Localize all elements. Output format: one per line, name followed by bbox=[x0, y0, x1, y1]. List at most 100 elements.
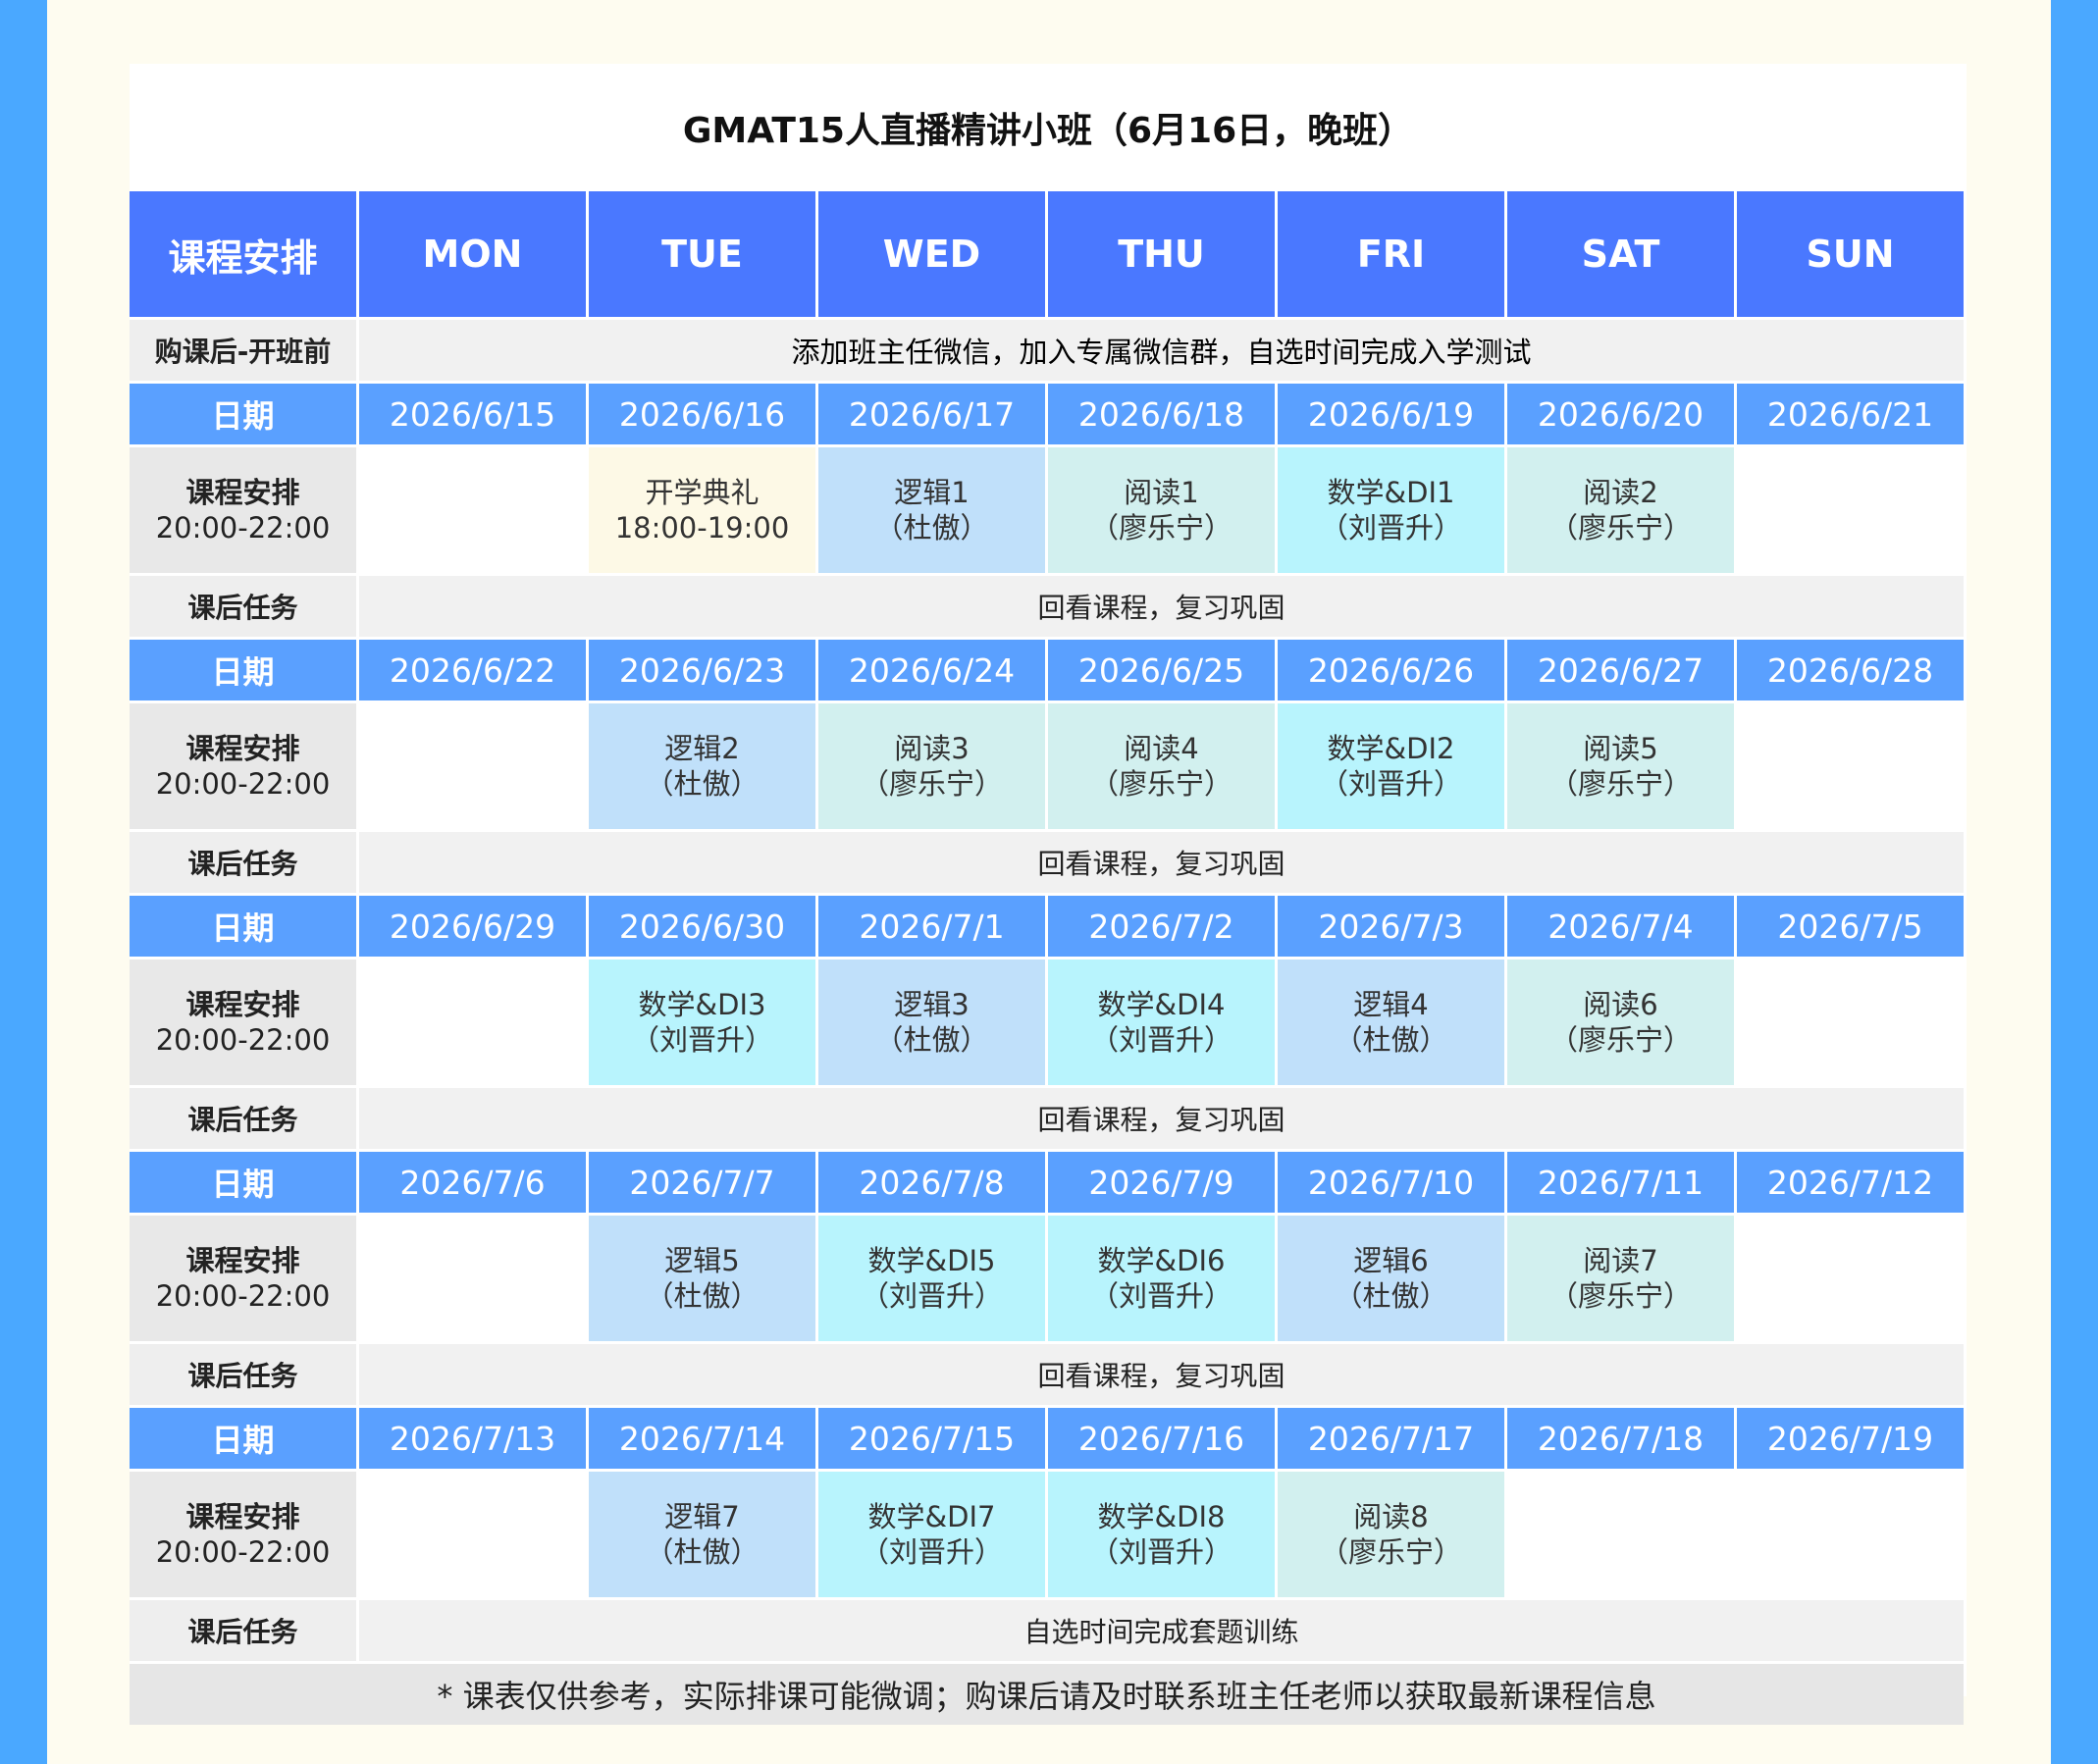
date-label: 日期 bbox=[130, 1408, 356, 1469]
class-cell-fri: 逻辑4 （杜傲） bbox=[1278, 960, 1504, 1085]
class-label-title: 课程安排 bbox=[185, 732, 300, 765]
class-cell-mon bbox=[359, 703, 586, 829]
class-detail: （杜傲） bbox=[874, 511, 989, 545]
class-label-time: 20:00-22:00 bbox=[155, 1279, 331, 1313]
date-cell-sat: 2026/6/20 bbox=[1507, 384, 1734, 444]
class-name: 阅读8 bbox=[1353, 1500, 1429, 1533]
class-cell-sun bbox=[1737, 1472, 1964, 1597]
class-cell-tue: 数学&DI3 （刘晋升） bbox=[589, 960, 815, 1085]
class-row: 课程安排 20:00-22:00 逻辑5 （杜傲） 数学&DI5 （刘晋升） 数学&DI6 （… bbox=[130, 1216, 1964, 1341]
class-name: 开学典礼 bbox=[645, 476, 760, 509]
class-cell-thu: 数学&DI6 （刘晋升） bbox=[1048, 1216, 1275, 1341]
class-name: 数学&DI7 bbox=[867, 1500, 996, 1533]
class-detail: （廖乐宁） bbox=[1548, 1023, 1692, 1057]
class-row: 课程安排 20:00-22:00 逻辑2 （杜傲） 阅读3 （廖乐宁） 阅读4 （廖乐宁） 数学… bbox=[130, 703, 1964, 829]
class-name: 数学&DI3 bbox=[638, 988, 766, 1021]
class-cell-wed: 阅读3 （廖乐宁） bbox=[818, 703, 1045, 829]
date-cell-mon: 2026/6/15 bbox=[359, 384, 586, 444]
task-row: 课后任务 自选时间完成套题训练 bbox=[130, 1600, 1964, 1661]
class-detail: （廖乐宁） bbox=[1548, 1279, 1692, 1313]
date-cell-mon: 2026/7/13 bbox=[359, 1408, 586, 1469]
class-cell-sat: 阅读7 （廖乐宁） bbox=[1507, 1216, 1734, 1341]
class-cell-fri: 逻辑6 （杜傲） bbox=[1278, 1216, 1504, 1341]
date-cell-sat: 2026/7/11 bbox=[1507, 1152, 1734, 1213]
footnote-text: * 课表仅供参考，实际排课可能微调；购课后请及时联系班主任老师以获取最新课程信息 bbox=[130, 1664, 1964, 1725]
class-cell-tue: 逻辑5 （杜傲） bbox=[589, 1216, 815, 1341]
header-day-sat: SAT bbox=[1507, 191, 1734, 317]
schedule-table: 课程安排 MON TUE WED THU FRI SAT SUN 购课后-开班前… bbox=[127, 191, 1967, 1725]
date-cell-thu: 2026/7/16 bbox=[1048, 1408, 1275, 1469]
class-cell-mon bbox=[359, 1216, 586, 1341]
date-cell-wed: 2026/7/15 bbox=[818, 1408, 1045, 1469]
task-text: 回看课程，复习巩固 bbox=[359, 1344, 1964, 1405]
date-cell-sun: 2026/7/19 bbox=[1737, 1408, 1964, 1469]
class-cell-tue: 逻辑7 （杜傲） bbox=[589, 1472, 815, 1597]
class-detail: （廖乐宁） bbox=[1548, 767, 1692, 801]
class-detail: （廖乐宁） bbox=[1548, 511, 1692, 545]
class-detail: （廖乐宁） bbox=[860, 767, 1003, 801]
date-cell-tue: 2026/7/7 bbox=[589, 1152, 815, 1213]
class-name: 逻辑6 bbox=[1353, 1244, 1429, 1277]
task-label: 课后任务 bbox=[130, 1344, 356, 1405]
date-cell-sun: 2026/6/21 bbox=[1737, 384, 1964, 444]
header-day-wed: WED bbox=[818, 191, 1045, 317]
task-text: 回看课程，复习巩固 bbox=[359, 1088, 1964, 1149]
date-cell-wed: 2026/6/17 bbox=[818, 384, 1045, 444]
class-name: 阅读1 bbox=[1124, 476, 1199, 509]
class-cell-wed: 数学&DI7 （刘晋升） bbox=[818, 1472, 1045, 1597]
class-row: 课程安排 20:00-22:00 开学典礼 18:00-19:00 逻辑1 （杜傲） 阅读1… bbox=[130, 447, 1964, 573]
date-cell-tue: 2026/7/14 bbox=[589, 1408, 815, 1469]
class-cell-sat: 阅读5 （廖乐宁） bbox=[1507, 703, 1734, 829]
class-detail: （刘晋升） bbox=[1089, 1535, 1233, 1569]
class-name: 阅读3 bbox=[894, 732, 970, 765]
class-row-label: 课程安排 20:00-22:00 bbox=[130, 960, 356, 1085]
class-cell-sat: 阅读6 （廖乐宁） bbox=[1507, 960, 1734, 1085]
task-row: 课后任务 回看课程，复习巩固 bbox=[130, 1088, 1964, 1149]
class-name: 逻辑2 bbox=[664, 732, 740, 765]
right-accent-bar bbox=[2051, 0, 2098, 1764]
class-cell-mon bbox=[359, 960, 586, 1085]
date-cell-fri: 2026/6/26 bbox=[1278, 640, 1504, 700]
task-text: 回看课程，复习巩固 bbox=[359, 576, 1964, 637]
class-name: 逻辑3 bbox=[894, 988, 970, 1021]
class-detail: （刘晋升） bbox=[860, 1279, 1003, 1313]
class-name: 数学&DI1 bbox=[1327, 476, 1455, 509]
class-name: 数学&DI8 bbox=[1097, 1500, 1226, 1533]
task-label: 课后任务 bbox=[130, 576, 356, 637]
pre-class-text: 添加班主任微信，加入专属微信群，自选时间完成入学测试 bbox=[359, 320, 1964, 381]
class-cell-thu: 数学&DI8 （刘晋升） bbox=[1048, 1472, 1275, 1597]
header-label: 课程安排 bbox=[130, 191, 356, 317]
class-label-time: 20:00-22:00 bbox=[155, 767, 331, 801]
task-row: 课后任务 回看课程，复习巩固 bbox=[130, 832, 1964, 893]
class-detail: （刘晋升） bbox=[630, 1023, 773, 1057]
date-cell-tue: 2026/6/16 bbox=[589, 384, 815, 444]
date-cell-wed: 2026/7/1 bbox=[818, 896, 1045, 957]
class-name: 阅读2 bbox=[1583, 476, 1658, 509]
class-name: 阅读5 bbox=[1583, 732, 1658, 765]
footnote-row: * 课表仅供参考，实际排课可能微调；购课后请及时联系班主任老师以获取最新课程信息 bbox=[130, 1664, 1964, 1725]
pre-class-label: 购课后-开班前 bbox=[130, 320, 356, 381]
class-detail: （刘晋升） bbox=[860, 1535, 1003, 1569]
left-accent-bar bbox=[0, 0, 47, 1764]
date-row: 日期 2026/7/13 2026/7/14 2026/7/15 2026/7/16 20… bbox=[130, 1408, 1964, 1469]
date-cell-sun: 2026/7/5 bbox=[1737, 896, 1964, 957]
class-name: 阅读4 bbox=[1124, 732, 1199, 765]
date-row: 日期 2026/7/6 2026/7/7 2026/7/8 2026/7/9 2026/7… bbox=[130, 1152, 1964, 1213]
date-cell-tue: 2026/6/30 bbox=[589, 896, 815, 957]
class-cell-thu: 阅读1 （廖乐宁） bbox=[1048, 447, 1275, 573]
class-name: 逻辑4 bbox=[1353, 988, 1429, 1021]
date-cell-fri: 2026/7/10 bbox=[1278, 1152, 1504, 1213]
class-label-title: 课程安排 bbox=[185, 1500, 300, 1533]
class-cell-sun bbox=[1737, 1216, 1964, 1341]
class-row-label: 课程安排 20:00-22:00 bbox=[130, 1472, 356, 1597]
task-label: 课后任务 bbox=[130, 1088, 356, 1149]
date-row: 日期 2026/6/22 2026/6/23 2026/6/24 2026/6/25 20… bbox=[130, 640, 1964, 700]
class-cell-thu: 数学&DI4 （刘晋升） bbox=[1048, 960, 1275, 1085]
class-cell-wed: 逻辑1 （杜傲） bbox=[818, 447, 1045, 573]
date-cell-mon: 2026/7/6 bbox=[359, 1152, 586, 1213]
task-row: 课后任务 回看课程，复习巩固 bbox=[130, 1344, 1964, 1405]
class-name: 阅读7 bbox=[1583, 1244, 1658, 1277]
date-cell-sat: 2026/6/27 bbox=[1507, 640, 1734, 700]
date-cell-sat: 2026/7/18 bbox=[1507, 1408, 1734, 1469]
class-label-title: 课程安排 bbox=[185, 476, 300, 509]
